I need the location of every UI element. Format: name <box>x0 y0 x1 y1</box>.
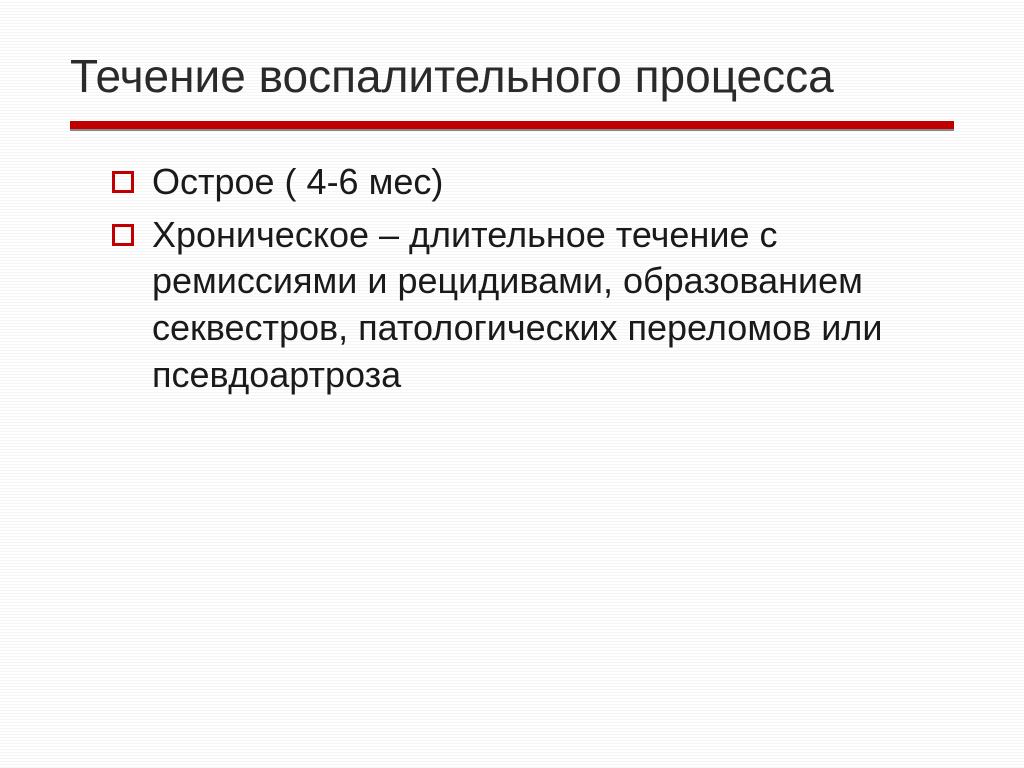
slide-content: Острое ( 4-6 мес) Хроническое – длительн… <box>70 159 954 399</box>
list-item: Острое ( 4-6 мес) <box>112 159 954 206</box>
slide-title: Течение воспалительного процесса <box>70 50 954 103</box>
square-bullet-icon <box>112 171 134 193</box>
list-item: Хроническое – длительное течение с ремис… <box>112 212 954 399</box>
bullet-text: Острое ( 4-6 мес) <box>152 159 954 206</box>
square-bullet-icon <box>112 224 134 246</box>
bullet-text: Хроническое – длительное течение с ремис… <box>152 212 954 399</box>
title-divider <box>70 121 954 131</box>
